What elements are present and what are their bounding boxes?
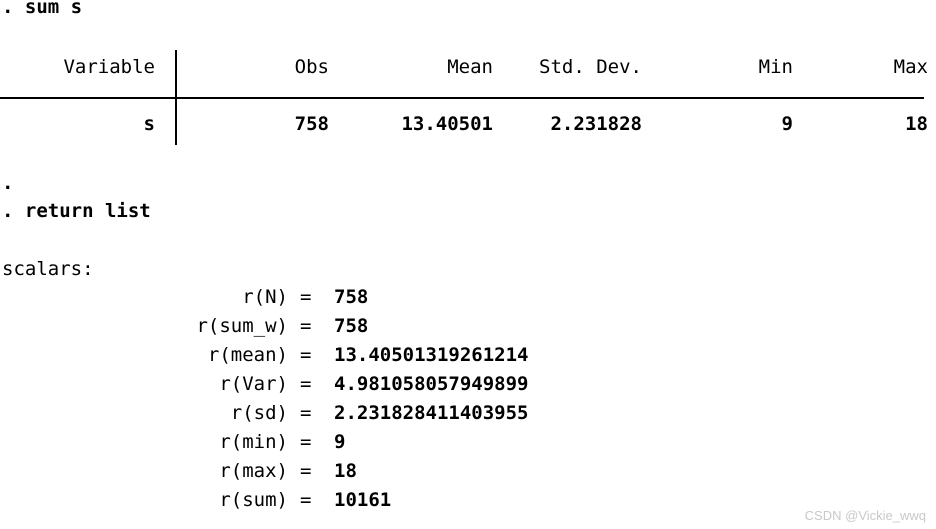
column-header-mean: Mean	[447, 56, 493, 78]
scalar-label: r(sum_w)	[196, 315, 288, 337]
cell-std-dev: 2.231828	[550, 113, 642, 135]
scalar-label: r(sd)	[230, 402, 288, 424]
scalar-equals-sign: =	[300, 344, 312, 366]
scalar-value: 758	[334, 286, 369, 308]
scalar-label: r(max)	[219, 460, 288, 482]
column-header-obs: Obs	[294, 56, 329, 78]
empty-prompt-line: .	[2, 172, 14, 194]
scalar-equals-sign: =	[300, 315, 312, 337]
scalar-row: r(sum) = 10161	[0, 491, 936, 520]
cell-variable: s	[143, 113, 155, 135]
scalar-equals-sign: =	[300, 402, 312, 424]
scalar-value: 18	[334, 460, 357, 482]
cell-max: 18	[905, 113, 928, 135]
cell-min: 9	[781, 113, 793, 135]
scalar-row: r(max) = 18	[0, 462, 936, 491]
scalar-row: r(Var) = 4.981058057949899	[0, 375, 936, 404]
scalar-equals-sign: =	[300, 460, 312, 482]
cell-mean: 13.40501	[401, 113, 493, 135]
cell-obs: 758	[294, 113, 329, 135]
column-header-variable: Variable	[63, 56, 155, 78]
scalar-label: r(mean)	[207, 344, 288, 366]
watermark-text: CSDN @Vickie_wwq	[804, 508, 926, 523]
scalar-row: r(mean) = 13.40501319261214	[0, 346, 936, 375]
column-header-max: Max	[893, 56, 928, 78]
scalar-row: r(sum_w) = 758	[0, 317, 936, 346]
scalar-row: r(N) = 758	[0, 288, 936, 317]
scalars-list: r(N) = 758 r(sum_w) = 758 r(mean) = 13.405013192…	[0, 288, 936, 520]
stata-console-output: . sum s Variable Obs Mean Std. Dev. Min …	[0, 0, 936, 529]
column-header-min: Min	[758, 56, 793, 78]
scalar-row: r(sd) = 2.231828411403955	[0, 404, 936, 433]
scalar-value: 10161	[334, 489, 392, 511]
column-header-std-dev: Std. Dev.	[539, 56, 642, 78]
scalar-label: r(sum)	[219, 489, 288, 511]
scalar-value: 9	[334, 431, 346, 453]
scalar-value: 758	[334, 315, 369, 337]
table-row: s 758 13.40501 2.231828 9 18	[0, 115, 936, 139]
scalar-label: r(min)	[219, 431, 288, 453]
scalar-value: 13.40501319261214	[334, 344, 529, 366]
command-line-return-list: . return list	[2, 200, 151, 222]
scalar-equals-sign: =	[300, 489, 312, 511]
scalar-label: r(Var)	[219, 373, 288, 395]
scalar-equals-sign: =	[300, 373, 312, 395]
scalar-value: 4.981058057949899	[334, 373, 529, 395]
scalar-label: r(N)	[242, 286, 288, 308]
scalar-equals-sign: =	[300, 286, 312, 308]
table-horizontal-rule	[0, 97, 924, 99]
scalars-section-header: scalars:	[2, 258, 94, 280]
scalar-equals-sign: =	[300, 431, 312, 453]
command-line-sum: . sum s	[2, 0, 83, 18]
scalar-value: 2.231828411403955	[334, 402, 529, 424]
scalar-row: r(min) = 9	[0, 433, 936, 462]
summarize-table-header: Variable Obs Mean Std. Dev. Min Max	[0, 58, 936, 82]
